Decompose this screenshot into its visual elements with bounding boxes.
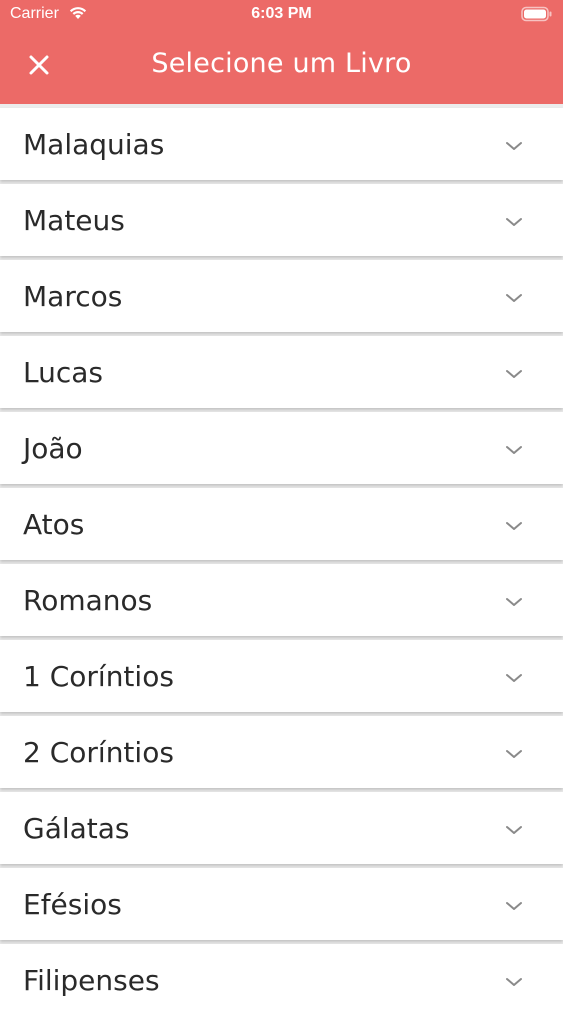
navigation-bar: Selecione um Livro (0, 34, 563, 98)
list-item[interactable]: Marcos (0, 260, 563, 332)
list-item[interactable]: Filipenses (0, 944, 563, 1016)
book-list: Malaquias Mateus Marcos Lucas João Atos Romano… (0, 104, 563, 1016)
chevron-down-icon (506, 370, 522, 378)
list-item[interactable]: Malaquias (0, 108, 563, 180)
list-item[interactable]: Lucas (0, 336, 563, 408)
list-item[interactable]: Atos (0, 488, 563, 560)
chevron-down-icon (506, 674, 522, 682)
book-label: Marcos (23, 280, 123, 313)
book-label: Filipenses (23, 964, 160, 997)
book-label: 2 Coríntios (23, 736, 174, 769)
app-header: Carrier 6:03 PM Selecione um Livro (0, 0, 563, 104)
status-time: 6:03 PM (251, 5, 312, 22)
book-label: Gálatas (23, 812, 130, 845)
chevron-down-icon (506, 522, 522, 530)
page-title: Selecione um Livro (151, 48, 412, 79)
chevron-down-icon (506, 218, 522, 226)
list-item[interactable]: 1 Coríntios (0, 640, 563, 712)
chevron-down-icon (506, 902, 522, 910)
status-bar: Carrier 6:03 PM (0, 0, 563, 30)
chevron-down-icon (506, 750, 522, 758)
book-label: Mateus (23, 204, 125, 237)
list-item[interactable]: Gálatas (0, 792, 563, 864)
book-label: Atos (23, 508, 85, 541)
list-item[interactable]: Romanos (0, 564, 563, 636)
chevron-down-icon (506, 598, 522, 606)
battery-icon (521, 6, 553, 26)
book-label: 1 Coríntios (23, 660, 174, 693)
book-label: João (23, 432, 83, 465)
list-item[interactable]: Mateus (0, 184, 563, 256)
list-item[interactable]: Efésios (0, 868, 563, 940)
book-label: Romanos (23, 584, 153, 617)
chevron-down-icon (506, 826, 522, 834)
chevron-down-icon (506, 294, 522, 302)
list-item[interactable]: 2 Coríntios (0, 716, 563, 788)
list-item[interactable]: João (0, 412, 563, 484)
book-label: Lucas (23, 356, 103, 389)
book-label: Efésios (23, 888, 122, 921)
book-label: Malaquias (23, 128, 165, 161)
chevron-down-icon (506, 978, 522, 986)
chevron-down-icon (506, 446, 522, 454)
chevron-down-icon (506, 142, 522, 150)
